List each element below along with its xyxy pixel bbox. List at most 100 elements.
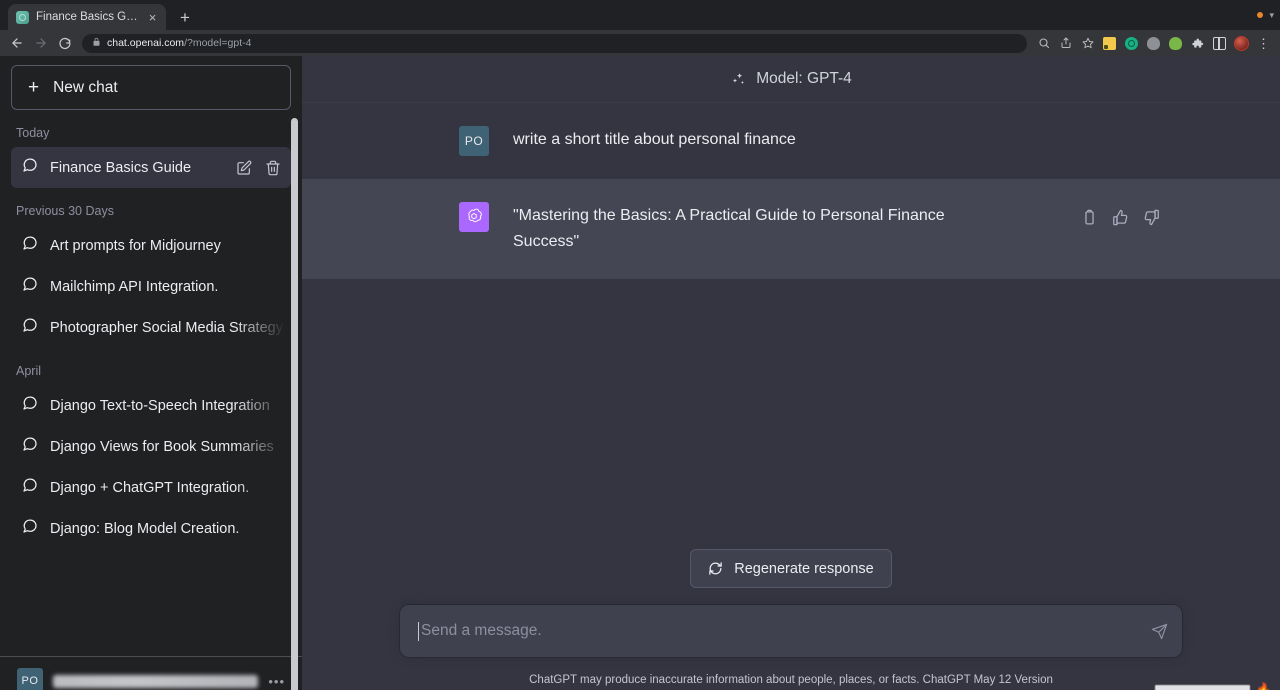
text-caret (418, 622, 419, 641)
chat-bubble-icon (22, 395, 38, 416)
chat-bubble-icon (22, 157, 38, 178)
new-tab-button[interactable]: + (172, 4, 198, 30)
main-chat-panel: Model: GPT-4 PO write a short title abou… (302, 56, 1280, 690)
list-item[interactable]: Django: Blog Model Creation. (11, 508, 291, 549)
user-menu-icon[interactable]: ••• (268, 675, 285, 688)
chatgpt-app: + New chat Today Finance Basics Guide (0, 56, 1280, 690)
user-name-redacted (53, 675, 258, 688)
extension-park-icon[interactable] (1167, 35, 1184, 52)
message-input[interactable]: Send a message. (400, 605, 1182, 657)
conversation-title: Photographer Social Media Strategy (50, 320, 286, 336)
tab-title: Finance Basics Guide (36, 11, 138, 23)
plus-icon: + (28, 78, 39, 97)
model-indicator: Model: GPT-4 (302, 56, 1280, 103)
user-message: PO write a short title about personal fi… (302, 103, 1280, 179)
row-actions (236, 160, 286, 176)
new-chat-button[interactable]: + New chat (11, 65, 291, 110)
browser-window: Finance Basics Guide × + ▾ chat.openai.c… (0, 0, 1280, 690)
list-item[interactable]: Django + ChatGPT Integration. (11, 467, 291, 508)
conversation-title: Finance Basics Guide (50, 160, 191, 176)
list-item[interactable]: Art prompts for Midjourney (11, 225, 291, 266)
regenerate-label: Regenerate response (734, 561, 873, 577)
update-dot-icon (1257, 12, 1263, 18)
bookmark-star-icon[interactable] (1079, 35, 1096, 52)
chat-bubble-icon (22, 518, 38, 539)
thumbs-down-icon[interactable] (1143, 209, 1160, 226)
chat-bubble-icon (22, 276, 38, 297)
address-bar[interactable]: chat.openai.com/?model=gpt-4 (82, 34, 1027, 53)
user-account-row[interactable]: PO ••• (11, 665, 291, 690)
extensions-puzzle-icon[interactable] (1189, 35, 1206, 52)
chat-bubble-icon (22, 317, 38, 338)
extension-whatsapp-icon[interactable] (1123, 35, 1140, 52)
conversation-title: Django Views for Book Summaries (50, 439, 286, 455)
close-icon[interactable]: × (145, 10, 160, 25)
share-icon[interactable] (1057, 35, 1074, 52)
message-actions (1081, 209, 1160, 226)
message-text: write a short title about personal finan… (513, 126, 796, 156)
sidebar: + New chat Today Finance Basics Guide (0, 56, 302, 690)
browser-toolbar: chat.openai.com/?model=gpt-4 ⋮ (0, 30, 1280, 56)
window-controls: ▾ (1257, 0, 1274, 30)
section-label-previous-30-days: Previous 30 Days (11, 188, 291, 225)
refresh-icon (708, 561, 723, 576)
input-placeholder: Send a message. (418, 622, 542, 640)
chat-bubble-icon (22, 235, 38, 256)
edit-icon[interactable] (236, 160, 252, 176)
chat-bubble-icon (22, 436, 38, 457)
profile-avatar[interactable] (1233, 35, 1250, 52)
conversation-title: Django Text-to-Speech Integration (50, 398, 286, 414)
browser-tab[interactable]: Finance Basics Guide × (8, 4, 166, 30)
forward-arrow-icon[interactable] (30, 32, 52, 54)
list-item[interactable]: Mailchimp API Integration. (11, 266, 291, 307)
tab-strip: Finance Basics Guide × + ▾ (0, 0, 1280, 30)
conversation-history[interactable]: Today Finance Basics Guide (0, 110, 302, 656)
lock-icon (92, 34, 101, 52)
chrome-menu-icon[interactable]: ⋮ (1255, 35, 1272, 52)
extension-notes-icon[interactable] (1101, 35, 1118, 52)
new-chat-label: New chat (53, 79, 118, 97)
back-arrow-icon[interactable] (6, 32, 28, 54)
chatgpt-favicon-icon (16, 11, 29, 24)
reload-icon[interactable] (54, 32, 76, 54)
assistant-message: "Mastering the Basics: A Practical Guide… (302, 179, 1280, 279)
conversation-title: Django + ChatGPT Integration. (50, 480, 286, 496)
list-item[interactable]: Photographer Social Media Strategy (11, 307, 291, 348)
send-icon[interactable] (1151, 623, 1168, 640)
model-label: Model: GPT-4 (756, 70, 852, 88)
message-text: "Mastering the Basics: A Practical Guide… (513, 202, 1013, 256)
openai-logo-icon (459, 202, 489, 232)
delete-icon[interactable] (265, 160, 281, 176)
list-item[interactable]: Finance Basics Guide (11, 147, 291, 188)
conversation-title: Art prompts for Midjourney (50, 238, 286, 254)
toolbar-icons: ⋮ (1035, 35, 1274, 52)
section-label-today: Today (11, 110, 291, 147)
avatar: PO (17, 668, 43, 690)
corner-overlay-banner: 🔥 (1140, 672, 1280, 690)
avatar: PO (459, 126, 489, 156)
sidebar-scrollbar[interactable] (291, 118, 298, 690)
flame-icon: 🔥 (1256, 683, 1272, 690)
list-item[interactable]: Django Views for Book Summaries (11, 426, 291, 467)
extension-mouse-icon[interactable] (1145, 35, 1162, 52)
conversation-title: Mailchimp API Integration. (50, 279, 286, 295)
sparkles-icon (730, 71, 747, 88)
section-label-april: April (11, 348, 291, 385)
composer-area: Regenerate response Send a message. Chat… (302, 549, 1280, 690)
url-path: /?model=gpt-4 (184, 37, 251, 49)
chat-bubble-icon (22, 477, 38, 498)
overlay-redacted-bar (1155, 685, 1250, 690)
message-thread: PO write a short title about personal fi… (302, 103, 1280, 279)
list-item[interactable]: Django Text-to-Speech Integration (11, 385, 291, 426)
copy-icon[interactable] (1081, 209, 1098, 226)
regenerate-response-button[interactable]: Regenerate response (690, 549, 891, 588)
conversation-title: Django: Blog Model Creation. (50, 521, 286, 537)
zoom-search-icon[interactable] (1035, 35, 1052, 52)
url-text: chat.openai.com/?model=gpt-4 (107, 37, 251, 49)
thumbs-up-icon[interactable] (1112, 209, 1129, 226)
disclaimer-text: ChatGPT may produce inaccurate informati… (302, 657, 1280, 686)
side-panel-icon[interactable] (1211, 35, 1228, 52)
thread-spacer (302, 279, 1280, 549)
url-host: chat.openai.com (107, 37, 184, 49)
chevron-down-icon[interactable]: ▾ (1269, 11, 1274, 20)
